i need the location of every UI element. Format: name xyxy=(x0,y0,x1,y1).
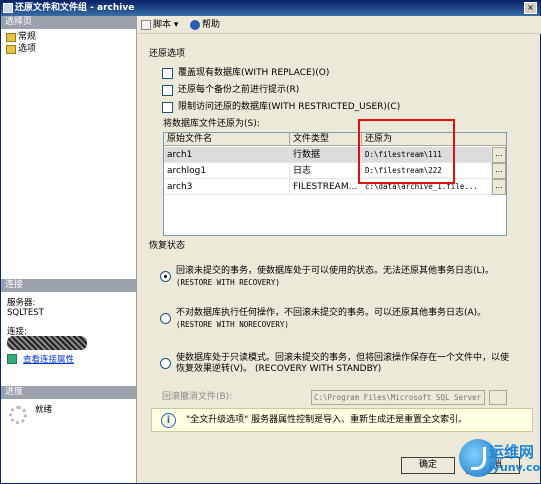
server-label: 服务器: xyxy=(7,298,36,308)
page-item-general[interactable]: 常规 xyxy=(6,32,36,43)
help-button[interactable]: 帮助 xyxy=(190,18,220,32)
page-icon xyxy=(6,45,16,54)
restore-files-grid: 原始文件名 文件类型 还原为 arch1 行数据 D:\filestream\1… xyxy=(163,132,507,236)
connection-properties-icon xyxy=(7,354,17,364)
watermark-logo: 运维网 iyunv.com xyxy=(459,439,541,483)
help-icon xyxy=(190,20,200,30)
page-item-label: 选项 xyxy=(18,44,37,54)
prompt-before-restore-checkbox[interactable] xyxy=(162,85,173,96)
recovery-option-code: 恢复效果逆转(V)。 (RECOVERY WITH STANDBY) xyxy=(176,364,382,374)
watermark-domain: iyunv.com xyxy=(489,461,541,474)
restore-options-title: 还原选项 xyxy=(149,49,186,59)
progress-spinner-icon xyxy=(9,406,27,424)
script-dropdown-icon[interactable]: ▾ xyxy=(174,20,179,30)
progress-header: 进度 xyxy=(1,386,136,399)
table-cell: FILESTREAM... xyxy=(290,179,362,195)
page-item-label: 常规 xyxy=(18,32,37,42)
restricted-user-checkbox[interactable] xyxy=(162,102,173,113)
script-button[interactable]: 脚本 ▾ xyxy=(141,18,178,32)
with-replace-label: 覆盖现有数据库(WITH REPLACE)(O) xyxy=(178,68,330,78)
column-header-original-name[interactable]: 原始文件名 xyxy=(164,133,290,146)
rollback-file-input[interactable]: C:\Program Files\Microsoft SQL Server xyxy=(311,390,485,405)
recovery-option-text: 使数据库处于只读模式。回滚未提交的事务，但将回滚操作保存在一个文件中，以使 xyxy=(176,353,510,363)
column-header-file-type[interactable]: 文件类型 xyxy=(290,133,362,146)
with-replace-checkbox[interactable] xyxy=(162,68,173,79)
prompt-before-restore-label: 还原每个备份之前进行提示(R) xyxy=(178,85,300,95)
table-cell: 行数据 xyxy=(290,147,362,163)
table-cell: 日志 xyxy=(290,163,362,179)
title-bar: 还原文件和文件组 - archive × xyxy=(1,1,540,16)
table-row[interactable]: archlog1 xyxy=(164,163,290,179)
left-panel: 选择页 常规 选项 连接 服务器: SQLTEST 连接: 查看连接属性 进度 … xyxy=(1,16,137,483)
recovery-option-text: 不对数据库执行任何操作，不回滚未提交的事务。可以还原其他事务日志(A)。 xyxy=(176,308,487,318)
recovery-option-code: (RESTORE WITH RECOVERY) xyxy=(176,278,280,287)
server-value: SQLTEST xyxy=(7,308,44,318)
script-icon xyxy=(141,20,151,30)
info-icon: i xyxy=(161,413,176,428)
recovery-option-text: 回滚未提交的事务，使数据库处于可以使用的状态。无法还原其他事务日志(L)。 xyxy=(176,266,495,276)
browse-button[interactable]: ... xyxy=(492,179,506,195)
highlight-annotation xyxy=(358,119,455,184)
help-label: 帮助 xyxy=(202,20,221,30)
close-button[interactable]: × xyxy=(524,2,537,14)
table-row[interactable]: arch3 xyxy=(164,179,290,195)
info-bar: i "全文升级选项" 服务器属性控制是导入、重新生成还是重置全文索引。 xyxy=(151,408,533,432)
ok-button[interactable]: 确定 xyxy=(401,457,455,474)
recovery-radio-with-recovery[interactable] xyxy=(160,271,171,282)
script-label: 脚本 xyxy=(153,20,172,30)
recovery-radio-standby[interactable] xyxy=(160,358,171,369)
rollback-file-label: 回滚撤消文件(B): xyxy=(162,392,233,402)
connection-header: 连接 xyxy=(1,279,136,292)
select-page-header: 选择页 xyxy=(1,16,136,29)
browse-button[interactable]: ... xyxy=(492,147,506,163)
table-row[interactable]: arch1 xyxy=(164,147,290,163)
recovery-option-code: (RESTORE WITH NORECOVERY) xyxy=(176,320,289,329)
progress-status: 就绪 xyxy=(35,405,53,415)
restricted-user-label: 限制访问还原的数据库(WITH RESTRICTED_USER)(C) xyxy=(178,102,401,112)
redacted-connection-value xyxy=(7,336,87,350)
page-item-options[interactable]: 选项 xyxy=(6,44,36,55)
view-connection-properties-link[interactable]: 查看连接属性 xyxy=(23,355,74,365)
restore-files-as-label: 将数据库文件还原为(S): xyxy=(163,119,260,129)
page-icon xyxy=(6,33,16,42)
window-title: 还原文件和文件组 - archive xyxy=(15,3,135,13)
recovery-radio-no-recovery[interactable] xyxy=(160,313,171,324)
window-app-icon xyxy=(3,3,13,13)
recovery-state-title: 恢复状态 xyxy=(149,241,186,251)
watermark-text: 运维网 xyxy=(489,443,535,461)
toolbar: 脚本 ▾ 帮助 xyxy=(138,16,541,34)
rollback-file-browse-button[interactable] xyxy=(489,390,507,405)
restore-dialog-window: 还原文件和文件组 - archive × 选择页 常规 选项 连接 服务器: S… xyxy=(0,0,541,484)
browse-button[interactable]: ... xyxy=(492,163,506,179)
info-text: "全文升级选项" 服务器属性控制是导入、重新生成还是重置全文索引。 xyxy=(186,415,468,425)
